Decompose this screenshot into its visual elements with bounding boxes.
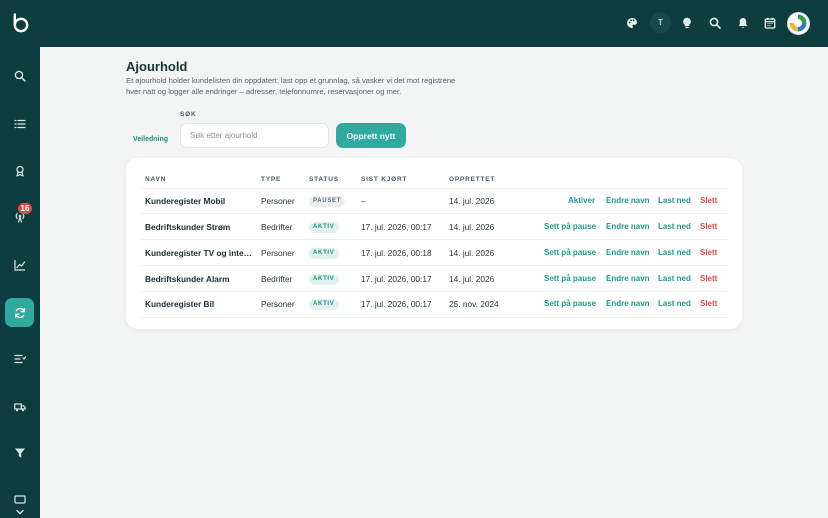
download-button[interactable]: Last ned: [658, 196, 691, 205]
row-created: 25. nov. 2024: [449, 299, 499, 309]
search-input[interactable]: [180, 123, 329, 148]
sidebar-item-list[interactable]: [8, 112, 32, 136]
avatar-logo-icon: [789, 14, 807, 32]
row-last-run: 17. jul. 2026, 00:17: [361, 299, 432, 309]
row-created: 14. jul. 2026: [449, 196, 495, 206]
rename-button[interactable]: Endre navn: [606, 248, 650, 257]
user-avatar[interactable]: [787, 12, 810, 35]
status-badge: AKTIV: [309, 274, 339, 285]
sidebar-item-checklist[interactable]: [8, 347, 32, 371]
delete-button[interactable]: Slett: [700, 222, 717, 231]
palette-icon: [627, 18, 637, 28]
row-type: Personer: [261, 299, 295, 309]
guide-link[interactable]: Veiledning: [133, 136, 168, 143]
delete-button[interactable]: Slett: [700, 248, 717, 257]
row-type: Personer: [261, 248, 295, 258]
row-last-run: 17. jul. 2026, 00:17: [361, 274, 432, 284]
sidebar-item-delivery[interactable]: [8, 395, 32, 419]
truck-icon: [14, 403, 26, 412]
checklist-icon: [14, 354, 26, 364]
page-description: Et ajourhold holder kundelisten din oppd…: [126, 76, 456, 96]
table-divider: [141, 317, 727, 318]
table-divider: [141, 239, 727, 240]
sidebar-item-analytics[interactable]: [8, 253, 32, 277]
table-divider: [141, 188, 727, 189]
list-icon: [14, 119, 26, 129]
calendar-button[interactable]: [761, 14, 779, 32]
column-header-last-run: SIST KJØRT: [361, 176, 408, 183]
calendar-icon: [764, 17, 776, 29]
row-created: 14. jul. 2026: [449, 248, 495, 258]
column-header-status: STATUS: [309, 176, 339, 183]
create-new-button[interactable]: Opprett nytt: [336, 123, 406, 148]
search-icon: [14, 70, 26, 82]
delete-button[interactable]: Slett: [700, 196, 717, 205]
column-header-name: NAVN: [145, 176, 167, 183]
sidebar: 16: [0, 0, 40, 518]
global-search-button[interactable]: [706, 14, 724, 32]
search-icon: [709, 17, 721, 29]
notification-badge: 16: [18, 203, 32, 214]
filter-icon: [15, 448, 25, 458]
row-name[interactable]: Bedriftskunder Strøm: [145, 222, 230, 232]
pause-button[interactable]: Sett på pause: [544, 299, 596, 308]
row-name[interactable]: Kunderegister Bil: [145, 299, 214, 309]
sidebar-item-filter[interactable]: [8, 441, 32, 465]
bell-icon: [738, 18, 748, 28]
download-button[interactable]: Last ned: [658, 222, 691, 231]
sidebar-item-search[interactable]: [8, 64, 32, 88]
row-name[interactable]: Kunderegister Mobil: [145, 196, 225, 206]
rename-button[interactable]: Endre navn: [606, 222, 650, 231]
status-badge: AKTIV: [309, 299, 339, 310]
row-type: Bedrifter: [261, 274, 293, 284]
top-bar: [0, 0, 828, 47]
table-divider: [141, 265, 727, 266]
sidebar-item-ajourhold[interactable]: [5, 298, 34, 327]
page-title: Ajourhold: [126, 59, 188, 74]
row-last-run: –: [361, 196, 366, 206]
sidebar-expand-button[interactable]: [0, 505, 40, 518]
download-button[interactable]: Last ned: [658, 248, 691, 257]
chevron-down-icon: [16, 509, 24, 514]
rename-button[interactable]: Endre navn: [606, 196, 650, 205]
lightbulb-icon: [683, 17, 691, 28]
brand-logo-icon[interactable]: [9, 12, 31, 34]
row-name[interactable]: Bedriftskunder Alarm: [145, 274, 230, 284]
delete-button[interactable]: Slett: [700, 274, 717, 283]
row-last-run: 17. jul. 2026, 00:17: [361, 222, 432, 232]
table-divider: [141, 213, 727, 214]
delete-button[interactable]: Slett: [700, 299, 717, 308]
sidebar-item-award[interactable]: [8, 159, 32, 183]
download-button[interactable]: Last ned: [658, 274, 691, 283]
pause-button[interactable]: Sett på pause: [544, 222, 596, 231]
activate-button[interactable]: Aktiver: [568, 196, 595, 205]
row-created: 14. jul. 2026: [449, 274, 495, 284]
pause-button[interactable]: Sett på pause: [544, 274, 596, 283]
award-icon: [16, 165, 24, 177]
table-divider: [141, 291, 727, 292]
search-label: SØK: [180, 111, 197, 118]
theme-button[interactable]: [623, 14, 641, 32]
status-badge: AKTIV: [309, 248, 339, 259]
rename-button[interactable]: Endre navn: [606, 274, 650, 283]
rename-button[interactable]: Endre navn: [606, 299, 650, 308]
tips-button[interactable]: [678, 14, 696, 32]
refresh-icon: [14, 307, 25, 318]
column-header-type: TYPE: [261, 176, 282, 183]
row-name[interactable]: Kunderegister TV og internett: [145, 248, 255, 258]
notifications-button[interactable]: [734, 14, 752, 32]
workspace-avatar[interactable]: T: [650, 12, 671, 33]
row-type: Personer: [261, 196, 295, 206]
status-badge: AKTIV: [309, 222, 339, 233]
row-last-run: 17. jul. 2026, 00:18: [361, 248, 432, 258]
chat-icon[interactable]: [14, 495, 26, 505]
pause-button[interactable]: Sett på pause: [544, 248, 596, 257]
status-badge: PAUSET: [309, 196, 346, 207]
column-header-created: OPPRETTET: [449, 176, 496, 183]
row-type: Bedrifter: [261, 222, 293, 232]
chart-line-icon: [14, 260, 26, 271]
download-button[interactable]: Last ned: [658, 299, 691, 308]
row-created: 14. jul. 2026: [449, 222, 495, 232]
